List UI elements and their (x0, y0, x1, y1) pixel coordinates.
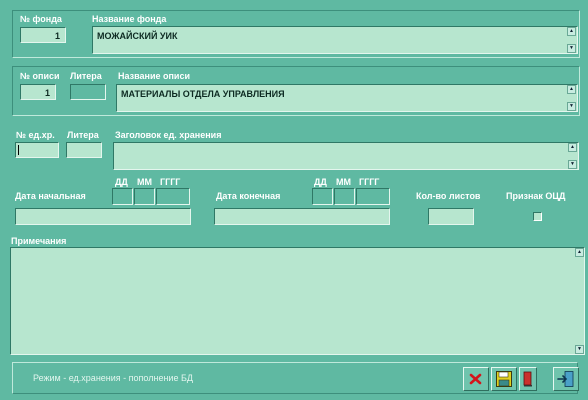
ocd-label: Признак ОЦД (506, 191, 566, 201)
sheets-count-field[interactable] (428, 208, 474, 225)
item-title-label: Заголовок ед. хранения (115, 130, 222, 140)
start-date-label: Дата начальная (15, 191, 86, 201)
opis-name-scrollbar[interactable]: ▲ ▼ (567, 85, 576, 111)
item-title-scrollbar[interactable]: ▲ ▼ (568, 143, 577, 169)
opis-name-field[interactable]: МАТЕРИАЛЫ ОТДЕЛА УПРАВЛЕНИЯ (116, 84, 578, 112)
opis-litera-label: Литера (70, 71, 102, 81)
start-month-field[interactable] (134, 188, 155, 205)
start-date-display (15, 208, 191, 225)
opis-name-label: Название описи (118, 71, 190, 81)
fond-name-label: Название фонда (92, 14, 167, 24)
start-yyyy-label: ГГГГ (160, 177, 181, 187)
start-year-field[interactable] (156, 188, 190, 205)
status-bar: Режим - ед.хранения - пополнение БД (12, 362, 579, 394)
end-mm-label: ММ (336, 177, 351, 187)
notes-field[interactable] (10, 247, 585, 355)
scroll-up-icon[interactable]: ▲ (567, 85, 576, 94)
scroll-up-icon[interactable]: ▲ (568, 143, 577, 152)
scroll-down-icon[interactable]: ▼ (567, 102, 576, 111)
door-icon (523, 371, 532, 387)
item-number-field[interactable] (15, 142, 59, 158)
exit-button[interactable] (553, 367, 579, 391)
floppy-disk-icon (496, 371, 512, 387)
door-button[interactable] (519, 367, 537, 391)
delete-button[interactable] (463, 367, 489, 391)
item-title-field[interactable] (113, 142, 579, 170)
opis-number-label: № описи (20, 71, 60, 81)
save-button[interactable] (491, 367, 517, 391)
scroll-down-icon[interactable]: ▼ (575, 345, 584, 354)
end-day-field[interactable] (312, 188, 333, 205)
fond-name-field[interactable]: МОЖАЙСКИЙ УИК (92, 26, 578, 54)
end-month-field[interactable] (334, 188, 355, 205)
ocd-checkbox[interactable] (533, 212, 542, 221)
end-dd-label: ДД (314, 177, 327, 187)
item-litera-field[interactable] (66, 142, 102, 158)
start-day-field[interactable] (112, 188, 133, 205)
fond-number-label: № фонда (20, 14, 62, 24)
end-year-field[interactable] (356, 188, 390, 205)
start-mm-label: ММ (137, 177, 152, 187)
end-yyyy-label: ГГГГ (359, 177, 380, 187)
scroll-down-icon[interactable]: ▼ (568, 160, 577, 169)
opis-number-field[interactable]: 1 (20, 84, 56, 100)
item-litera-label: Литера (67, 130, 99, 140)
notes-scrollbar[interactable]: ▲ ▼ (575, 248, 584, 354)
item-number-label: № ед.хр. (16, 130, 55, 140)
delete-x-icon (469, 373, 482, 385)
notes-label: Примечания (11, 236, 67, 246)
fond-number-field[interactable]: 1 (20, 27, 66, 43)
sheets-count-label: Кол-во листов (416, 191, 481, 201)
text-cursor (18, 145, 19, 155)
fond-name-scrollbar[interactable]: ▲ ▼ (567, 27, 576, 53)
end-date-label: Дата конечная (216, 191, 281, 201)
scroll-up-icon[interactable]: ▲ (575, 248, 584, 257)
mode-status-text: Режим - ед.хранения - пополнение БД (33, 373, 193, 383)
end-date-display (214, 208, 390, 225)
start-dd-label: ДД (115, 177, 128, 187)
scroll-down-icon[interactable]: ▼ (567, 44, 576, 53)
scroll-up-icon[interactable]: ▲ (567, 27, 576, 36)
exit-door-icon (557, 371, 574, 387)
opis-litera-field[interactable] (70, 84, 106, 100)
